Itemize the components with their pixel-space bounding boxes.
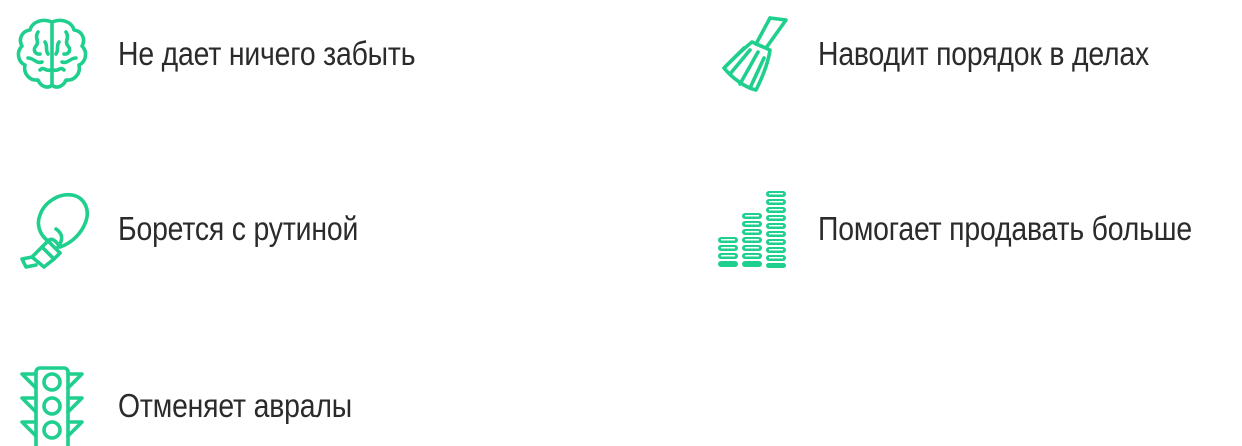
broom-icon [712, 14, 792, 94]
feature-label: Наводит порядок в делах [818, 35, 1150, 72]
traffic-light-icon [12, 366, 92, 446]
feature-item-routine: Борется с рутиной [12, 189, 612, 269]
feature-item-sales: Помогает продавать больше [712, 189, 1242, 269]
feature-label: Отменяет авралы [118, 387, 352, 424]
feature-item-no-forget: Не дает ничего забыть [12, 14, 612, 94]
brain-icon [12, 14, 92, 94]
feature-label: Не дает ничего забыть [118, 35, 416, 72]
feature-item-order: Наводит порядок в делах [712, 14, 1242, 94]
feature-label: Помогает продавать больше [818, 210, 1192, 247]
boxing-glove-icon [12, 189, 92, 269]
features-page: { "accent_color": "#1fcf8d", "text_color… [0, 0, 1242, 446]
coin-stacks-icon [712, 189, 792, 269]
feature-item-rush: Отменяет авралы [12, 366, 612, 446]
feature-label: Борется с рутиной [118, 210, 359, 247]
